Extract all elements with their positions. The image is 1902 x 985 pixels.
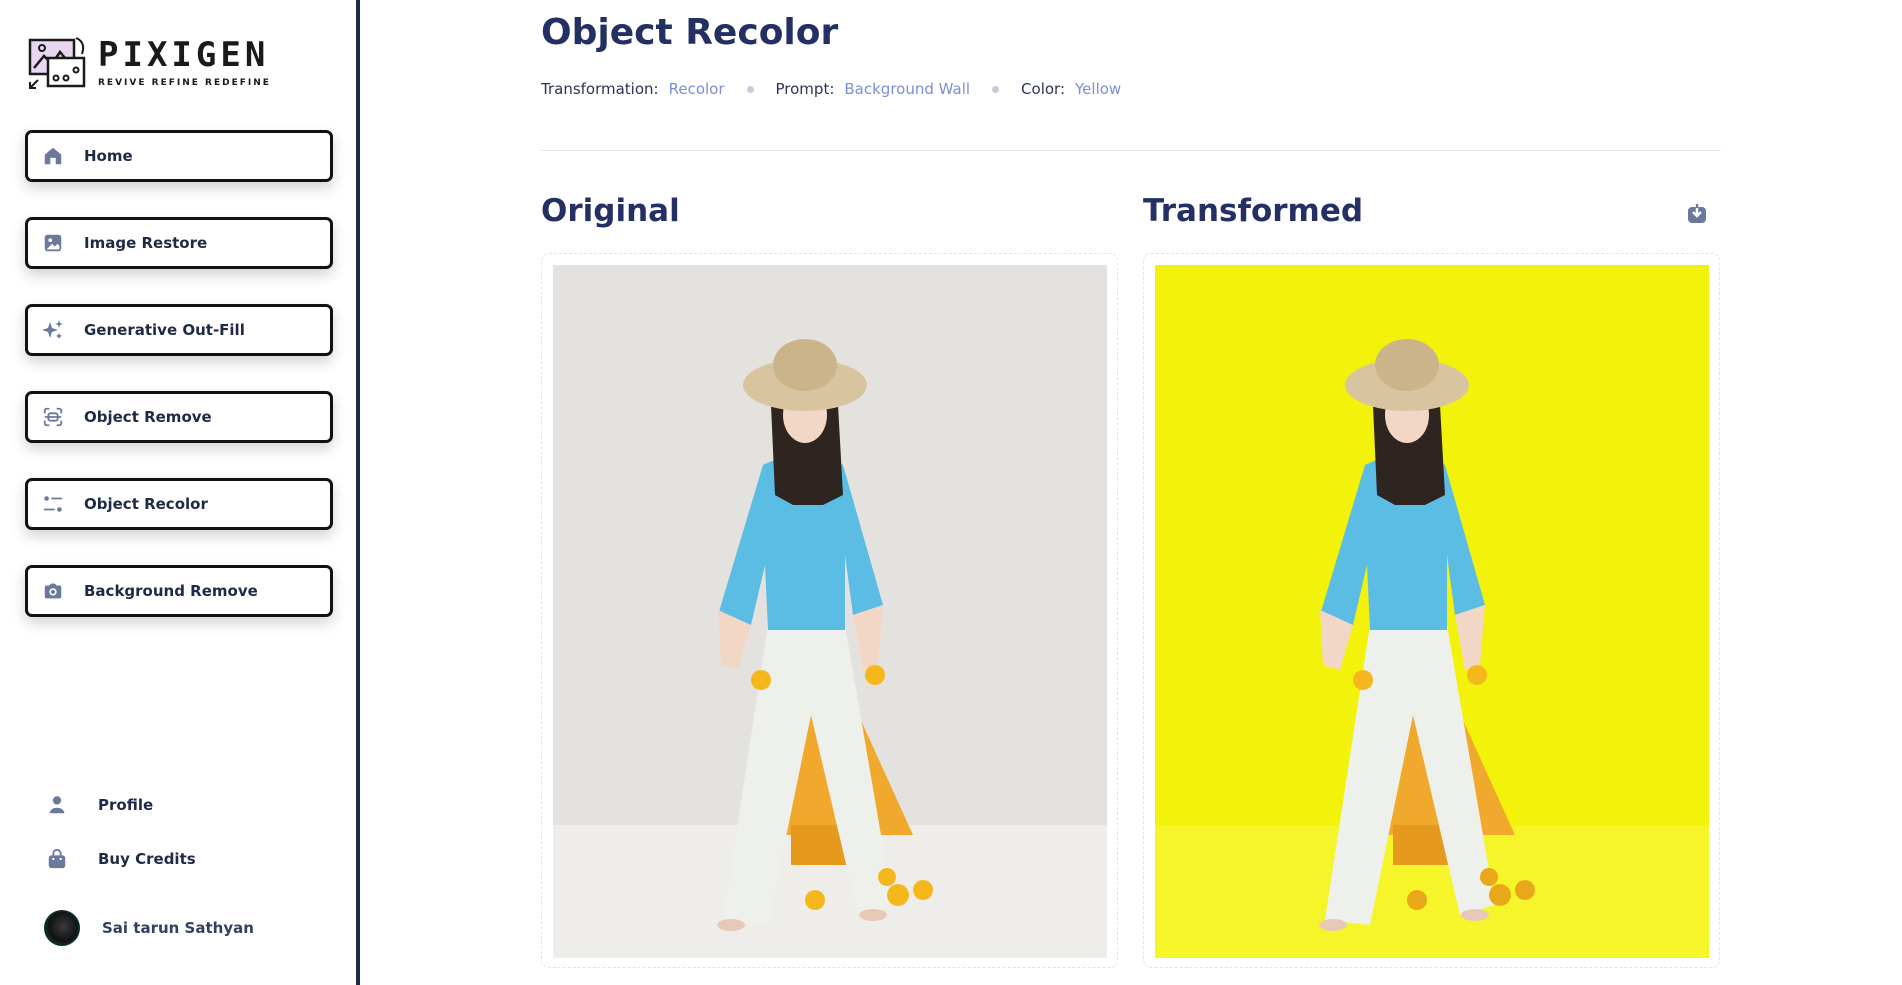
transformation-label: Transformation: bbox=[541, 80, 659, 98]
bag-icon bbox=[44, 846, 70, 872]
brand-name: PIXIGEN bbox=[98, 35, 270, 75]
sidebar-item-background-remove[interactable]: Background Remove bbox=[25, 565, 333, 617]
color-value: Yellow bbox=[1075, 80, 1122, 98]
brand-tagline: REVIVE REFINE REDEFINE bbox=[98, 78, 271, 88]
camera-icon bbox=[40, 578, 66, 604]
transformed-image[interactable] bbox=[1155, 265, 1709, 958]
scan-icon bbox=[40, 404, 66, 430]
original-title: Original bbox=[541, 193, 680, 229]
sidebar-item-label: Background Remove bbox=[84, 582, 258, 600]
color-label: Color: bbox=[1021, 80, 1065, 98]
transformed-title: Transformed bbox=[1143, 193, 1364, 229]
sidebar-item-object-remove[interactable]: Object Remove bbox=[25, 391, 333, 443]
sidebar-item-object-recolor[interactable]: Object Recolor bbox=[25, 478, 333, 530]
page-title: Object Recolor bbox=[541, 12, 839, 53]
transformation-value: Recolor bbox=[668, 80, 725, 98]
logo[interactable]: PIXIGEN REVIVE REFINE REDEFINE bbox=[26, 34, 271, 92]
sidebar-item-buy-credits[interactable]: Buy Credits bbox=[44, 844, 196, 874]
user-name: Sai tarun Sathyan bbox=[102, 919, 254, 937]
original-image[interactable] bbox=[553, 265, 1107, 958]
app: PIXIGEN REVIVE REFINE REDEFINE Home Imag… bbox=[0, 0, 1902, 985]
sidebar-item-label: Profile bbox=[98, 796, 154, 814]
logo-icon bbox=[28, 37, 86, 89]
sidebar-nav: Home Image Restore Generative Out-Fill O… bbox=[25, 130, 333, 652]
home-icon bbox=[40, 143, 66, 169]
user-profile[interactable]: Sai tarun Sathyan bbox=[44, 910, 254, 946]
transformation-details: Transformation: Recolor Prompt: Backgrou… bbox=[541, 80, 1121, 98]
sidebar-item-label: Object Remove bbox=[84, 408, 212, 426]
sidebar-item-profile[interactable]: Profile bbox=[44, 790, 196, 820]
transformed-image-frame bbox=[1143, 253, 1720, 968]
filter-icon bbox=[40, 491, 66, 517]
prompt-value: Background Wall bbox=[844, 80, 971, 98]
sidebar-item-label: Buy Credits bbox=[98, 850, 196, 868]
sparkles-icon bbox=[40, 317, 66, 343]
sidebar: PIXIGEN REVIVE REFINE REDEFINE Home Imag… bbox=[0, 0, 360, 985]
sidebar-item-label: Image Restore bbox=[84, 234, 208, 252]
sidebar-item-home[interactable]: Home bbox=[25, 130, 333, 182]
prompt-label: Prompt: bbox=[775, 80, 835, 98]
sidebar-item-label: Home bbox=[84, 147, 133, 165]
separator-dot bbox=[992, 85, 1000, 93]
separator-dot bbox=[746, 85, 754, 93]
divider bbox=[541, 150, 1721, 151]
sidebar-bottom: Profile Buy Credits bbox=[44, 790, 196, 898]
sidebar-item-image-restore[interactable]: Image Restore bbox=[25, 217, 333, 269]
original-image-frame bbox=[541, 253, 1118, 968]
sidebar-item-generative-out-fill[interactable]: Generative Out-Fill bbox=[25, 304, 333, 356]
image-icon bbox=[40, 230, 66, 256]
avatar bbox=[44, 910, 80, 946]
sidebar-item-label: Generative Out-Fill bbox=[84, 321, 245, 339]
download-icon[interactable] bbox=[1685, 202, 1709, 226]
sidebar-item-label: Object Recolor bbox=[84, 495, 208, 513]
user-icon bbox=[44, 792, 70, 818]
